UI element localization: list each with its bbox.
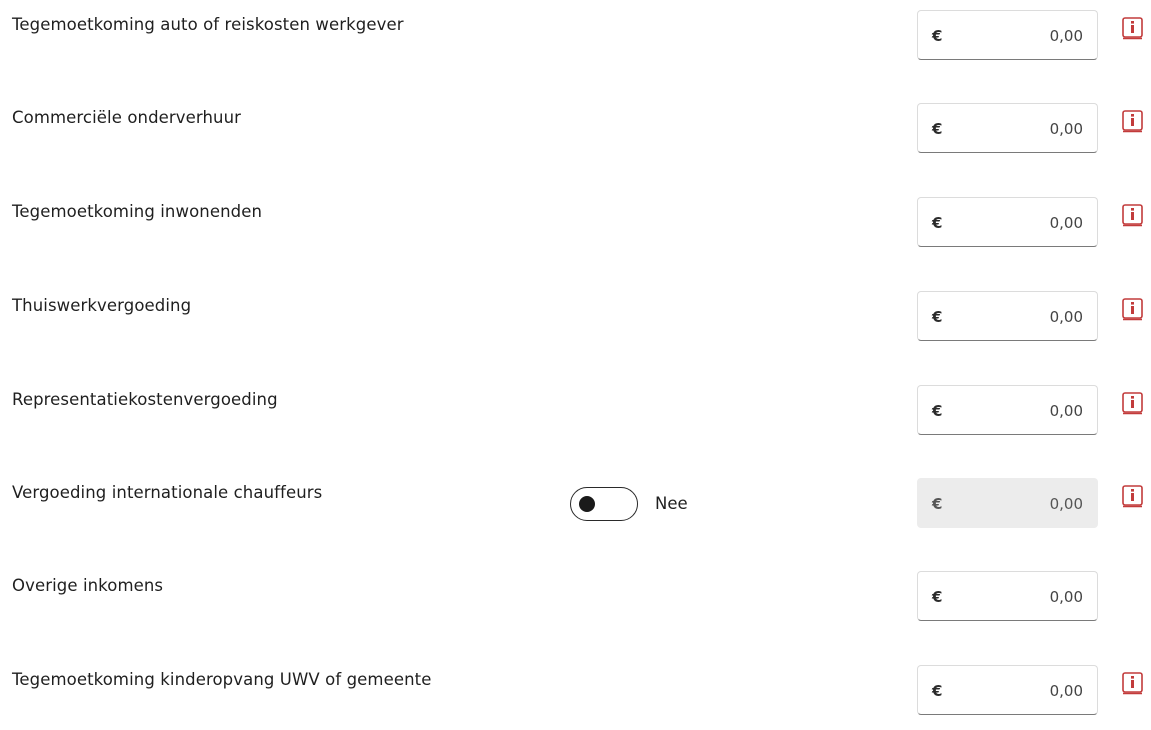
form-row-reiskosten: Tegemoetkoming auto of reiskosten werkge… <box>0 10 1151 75</box>
currency-symbol: € <box>932 402 943 420</box>
amount-input-disabled: € 0,00 <box>917 478 1098 528</box>
form-row-chauffeurs: Vergoeding internationale chauffeurs Nee… <box>0 478 1151 543</box>
field-label: Representatiekostenvergoeding <box>12 390 278 409</box>
amount-value: 0,00 <box>1049 495 1083 513</box>
info-book-icon[interactable] <box>1122 298 1143 322</box>
currency-symbol: € <box>932 495 943 513</box>
field-label: Vergoeding internationale chauffeurs <box>12 483 323 502</box>
form-row-thuiswerk: Thuiswerkvergoeding € 0,00 <box>0 291 1151 356</box>
amount-value: 0,00 <box>1049 120 1083 138</box>
info-book-icon[interactable] <box>1122 485 1143 509</box>
amount-input[interactable]: € 0,00 <box>917 103 1098 153</box>
currency-symbol: € <box>932 588 943 606</box>
info-book-icon[interactable] <box>1122 392 1143 416</box>
form-row-kinderopvang: Tegemoetkoming kinderopvang UWV of gemee… <box>0 665 1151 730</box>
toggle-knob <box>579 496 595 512</box>
form-row-overige: Overige inkomens € 0,00 <box>0 571 1151 636</box>
amount-value: 0,00 <box>1049 308 1083 326</box>
currency-symbol: € <box>932 682 943 700</box>
amount-input[interactable]: € 0,00 <box>917 385 1098 435</box>
form-row-onderverhuur: Commerciële onderverhuur € 0,00 <box>0 103 1151 168</box>
field-label: Commerciële onderverhuur <box>12 108 242 127</box>
currency-symbol: € <box>932 214 943 232</box>
currency-symbol: € <box>932 308 943 326</box>
amount-value: 0,00 <box>1049 402 1083 420</box>
info-book-icon[interactable] <box>1122 110 1143 134</box>
amount-input[interactable]: € 0,00 <box>917 665 1098 715</box>
amount-input[interactable]: € 0,00 <box>917 291 1098 341</box>
field-label: Tegemoetkoming kinderopvang UWV of gemee… <box>12 670 432 689</box>
amount-value: 0,00 <box>1049 588 1083 606</box>
amount-value: 0,00 <box>1049 682 1083 700</box>
amount-input[interactable]: € 0,00 <box>917 197 1098 247</box>
toggle-switch[interactable] <box>570 487 638 521</box>
field-label: Tegemoetkoming inwonenden <box>12 202 263 221</box>
amount-input[interactable]: € 0,00 <box>917 571 1098 621</box>
info-book-icon[interactable] <box>1122 204 1143 228</box>
currency-symbol: € <box>932 27 943 45</box>
field-label: Thuiswerkvergoeding <box>12 296 192 315</box>
amount-input[interactable]: € 0,00 <box>917 10 1098 60</box>
field-label: Tegemoetkoming auto of reiskosten werkge… <box>12 15 404 34</box>
form-row-representatie: Representatiekostenvergoeding € 0,00 <box>0 385 1151 450</box>
form-row-inwonenden: Tegemoetkoming inwonenden € 0,00 <box>0 197 1151 262</box>
info-book-icon[interactable] <box>1122 17 1143 41</box>
info-book-icon[interactable] <box>1122 672 1143 696</box>
field-label: Overige inkomens <box>12 576 164 595</box>
currency-symbol: € <box>932 120 943 138</box>
toggle-state-label: Nee <box>655 494 688 513</box>
amount-value: 0,00 <box>1049 27 1083 45</box>
amount-value: 0,00 <box>1049 214 1083 232</box>
